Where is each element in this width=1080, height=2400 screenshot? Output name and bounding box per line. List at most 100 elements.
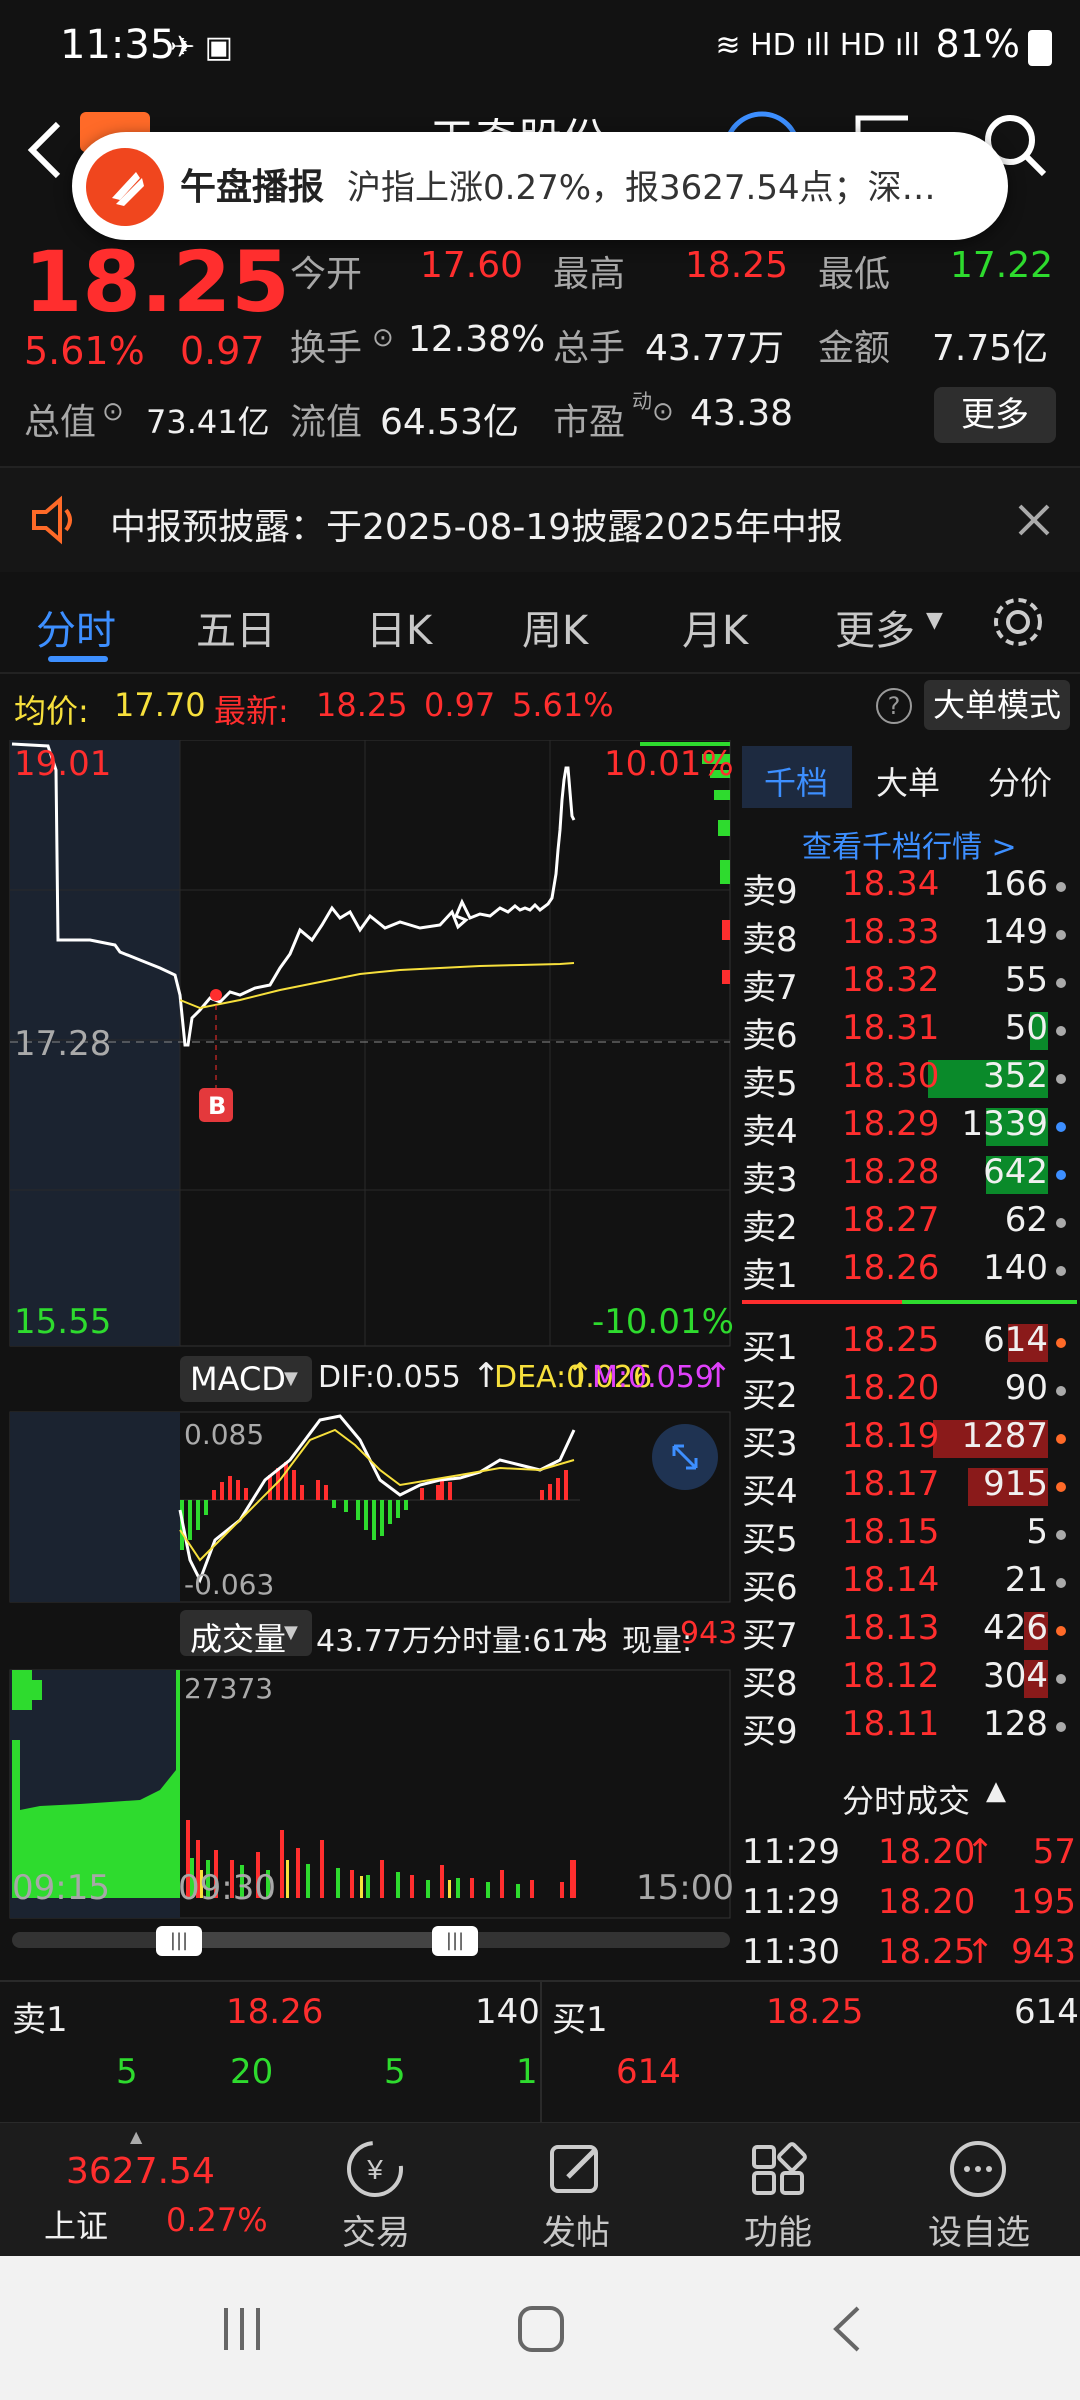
bid-label: 买1 [742, 1328, 798, 1368]
volume-value: 43.77万 [645, 328, 785, 369]
collapse-icon[interactable]: ▲ [986, 1776, 1006, 1806]
settings-gear-icon[interactable] [990, 594, 1046, 650]
bid-row[interactable]: 买2 18.20 90 [0, 1368, 1080, 1416]
ask-row[interactable]: 卖4 18.29 1339 [0, 1104, 1080, 1152]
speaker-icon [32, 495, 72, 545]
ticks-title[interactable]: 分时成交 [842, 1776, 970, 1822]
bid-row[interactable]: 买3 18.19 1287 [0, 1416, 1080, 1464]
index-pct[interactable]: 0.27% [166, 2201, 268, 2239]
ask-dot-icon [1056, 978, 1066, 988]
bid-label: 买8 [742, 1664, 798, 1704]
open-value: 17.60 [420, 245, 524, 286]
tab-price-distribution[interactable]: 分价 [988, 758, 1052, 804]
index-value[interactable]: 3627.54 [66, 2151, 215, 2192]
bid-dot-icon [1056, 1578, 1066, 1588]
ask-row[interactable]: 卖7 18.32 55 [0, 960, 1080, 1008]
tick-volume: 57 [1032, 1832, 1076, 1872]
bid-dot-icon [1056, 1338, 1066, 1348]
tab-daily-k[interactable]: 日K [366, 598, 432, 656]
bid-row[interactable]: 买9 18.11 128 [0, 1704, 1080, 1752]
nav-add-watchlist[interactable]: 设自选 [928, 2205, 1030, 2254]
tick-price: 18.25 [878, 1932, 976, 1972]
apps-grid-icon[interactable] [748, 2139, 808, 2199]
help-icon[interactable]: ? [876, 688, 912, 724]
expand-up-icon[interactable]: ▲ [130, 2127, 142, 2146]
more-dots-icon[interactable] [948, 2139, 1008, 2199]
back-icon[interactable] [22, 118, 66, 182]
nav-post[interactable]: 发帖 [542, 2205, 610, 2254]
tab-more[interactable]: 更多 [835, 598, 915, 656]
ask-price: 18.29 [842, 1104, 940, 1144]
change-pct: 5.61% [24, 329, 145, 373]
nav-function[interactable]: 功能 [744, 2205, 812, 2254]
bid-dot-icon [1056, 1722, 1066, 1732]
bid-row[interactable]: 买1 18.25 614 [0, 1320, 1080, 1368]
tick-time: 11:30 [742, 1932, 840, 1972]
ask-label: 卖3 [742, 1160, 798, 1200]
tab-big-orders[interactable]: 大单 [876, 758, 940, 804]
battery-level: 81% [935, 22, 1020, 66]
quote-panel: 18.25 5.61% 0.97 今开 17.60 最高 18.25 最低 17… [0, 215, 1080, 465]
ask-price: 18.34 [842, 864, 940, 904]
ask-dot-icon [1056, 1074, 1066, 1084]
ask-row[interactable]: 卖8 18.33 149 [0, 912, 1080, 960]
close-icon[interactable] [1016, 502, 1052, 538]
ask-dot-icon [1056, 1266, 1066, 1276]
ask-volume: 1339 [961, 1104, 1048, 1144]
big-order-mode-button[interactable]: 大单模式 [924, 680, 1070, 730]
y-axis-top: 19.01 [14, 744, 112, 784]
bid-volume: 1287 [961, 1416, 1048, 1456]
tick-row: 11:30 18.25 ↑ 943 [0, 1932, 1080, 1982]
ask-row[interactable]: 卖6 18.31 50 [0, 1008, 1080, 1056]
open-label: 今开 [290, 254, 363, 295]
ask-row[interactable]: 卖2 18.27 62 [0, 1200, 1080, 1248]
bid-volume: 915 [983, 1464, 1048, 1504]
ask-dot-icon [1056, 1026, 1066, 1036]
ask-row[interactable]: 卖1 18.26 140 [0, 1248, 1080, 1296]
info-icon[interactable]: ⊙ [652, 397, 674, 427]
back-nav-icon[interactable] [826, 2304, 866, 2354]
nav-trade[interactable]: 交易 [342, 2205, 410, 2254]
active-tab-indicator [48, 656, 108, 662]
tab-thousand-level[interactable]: 千档 [764, 758, 828, 804]
view-depth-link[interactable]: 查看千档行情 > [802, 822, 1017, 866]
info-icon[interactable]: ⊙ [372, 323, 394, 353]
tab-monthly-k[interactable]: 月K [682, 598, 748, 656]
post-edit-icon[interactable] [546, 2139, 606, 2199]
bid-label: 买3 [742, 1424, 798, 1464]
ask-row[interactable]: 卖5 18.30 352 [0, 1056, 1080, 1104]
amount-value: 7.75亿 [932, 328, 1049, 369]
home-icon[interactable] [516, 2304, 566, 2354]
recent-apps-icon[interactable] [218, 2304, 268, 2354]
ask-row[interactable]: 卖9 18.34 166 [0, 864, 1080, 912]
high-value: 18.25 [685, 245, 789, 286]
bid-row[interactable]: 买7 18.13 426 [0, 1608, 1080, 1656]
bid-volume: 21 [1004, 1560, 1048, 1600]
mktcap-value: 73.41亿 [146, 403, 270, 441]
bid-price: 18.11 [842, 1704, 940, 1744]
bid-row[interactable]: 买6 18.14 21 [0, 1560, 1080, 1608]
bid-dot-icon [1056, 1386, 1066, 1396]
tab-intraday[interactable]: 分时 [36, 598, 116, 656]
chart-tabs: 分时 五日 日K 周K 月K 更多 ▼ [0, 572, 1080, 674]
bid-row[interactable]: 买5 18.15 5 [0, 1512, 1080, 1560]
bid-row[interactable]: 买4 18.17 915 [0, 1464, 1080, 1512]
bid-volume: 614 [983, 1320, 1048, 1360]
more-button[interactable]: 更多 [934, 387, 1056, 443]
trade-icon[interactable]: ¥ [340, 2139, 410, 2199]
ask-label: 卖7 [742, 968, 798, 1008]
ask-price: 18.28 [842, 1152, 940, 1192]
ask-label: 卖8 [742, 920, 798, 960]
queue-bid-price: 18.25 [766, 1992, 864, 2032]
info-icon[interactable]: ⊙ [102, 397, 124, 427]
tab-weekly-k[interactable]: 周K [522, 598, 588, 656]
bid-label: 买5 [742, 1520, 798, 1560]
queue-ask-order: 1 [516, 2052, 538, 2092]
announcement-bar[interactable]: 中报预披露：于2025-08-19披露2025年中报 [0, 466, 1080, 574]
bid-row[interactable]: 买8 18.12 304 [0, 1656, 1080, 1704]
ask-row[interactable]: 卖3 18.28 642 [0, 1152, 1080, 1200]
latest-value: 18.25 [316, 686, 408, 724]
signal-icon: ≋ HD ıll HD ıll [715, 28, 920, 63]
tab-five-day[interactable]: 五日 [196, 598, 276, 656]
index-name[interactable]: 上证 [44, 2201, 108, 2247]
